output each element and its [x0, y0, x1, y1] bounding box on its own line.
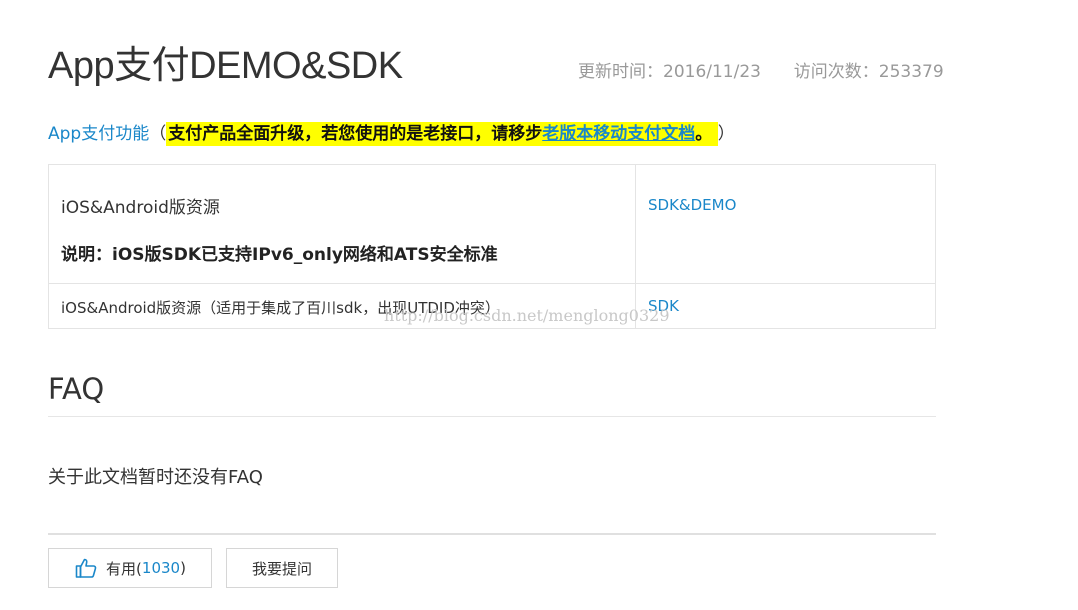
thumbs-up-icon — [75, 558, 97, 578]
faq-heading: FAQ — [48, 372, 105, 406]
resource-name: iOS&Android版资源 — [61, 198, 220, 218]
upgrade-notice-end: 。 — [695, 124, 704, 144]
table-row: iOS&Android版资源（适用于集成了百川sdk，出现UTDID冲突） SD… — [48, 283, 936, 329]
resource-note: 说明：iOS版SDK已支持IPv6_only网络和ATS安全标准 — [61, 245, 498, 265]
download-cell: SDK&DEMO — [635, 164, 936, 284]
divider — [48, 416, 936, 417]
legacy-docs-link[interactable]: 老版本移动支付文档 — [542, 124, 695, 144]
useful-button[interactable]: 有用(1030) — [48, 548, 212, 588]
resource-name: iOS&Android版资源（适用于集成了百川sdk，出现UTDID冲突） — [61, 299, 500, 317]
sdk-download-link[interactable]: SDK — [648, 297, 679, 315]
intro-close-paren: ） — [717, 124, 735, 144]
sdk-demo-download-link[interactable]: SDK&DEMO — [648, 196, 736, 214]
table-row: iOS&Android版资源 说明：iOS版SDK已支持IPv6_only网络和… — [48, 164, 936, 284]
visits-label: 访问次数： — [793, 62, 879, 82]
useful-close: ) — [180, 559, 186, 577]
upgrade-notice-text: 支付产品全面升级，若您使用的是老接口，请移步 — [168, 124, 543, 144]
faq-empty-text: 关于此文档暂时还没有FAQ — [48, 467, 263, 488]
upgrade-notice: 支付产品全面升级，若您使用的是老接口，请移步老版本移动支付文档。 — [166, 122, 718, 146]
ask-question-button[interactable]: 我要提问 — [226, 548, 338, 588]
visits-value: 253379 — [878, 62, 944, 82]
intro-line: App支付功能（ 支付产品全面升级，若您使用的是老接口，请移步老版本移动支付文档。… — [48, 121, 735, 147]
intro-open-paren: （ — [149, 124, 167, 144]
updated-value: 2016/11/23 — [663, 62, 761, 82]
app-pay-feature-link[interactable]: App支付功能 — [48, 124, 149, 144]
divider — [48, 533, 936, 535]
resource-cell: iOS&Android版资源 说明：iOS版SDK已支持IPv6_only网络和… — [48, 164, 636, 284]
resources-table: iOS&Android版资源 说明：iOS版SDK已支持IPv6_only网络和… — [48, 164, 936, 329]
useful-count: 1030 — [141, 559, 181, 577]
resource-cell: iOS&Android版资源（适用于集成了百川sdk，出现UTDID冲突） — [48, 283, 636, 329]
useful-label: 有用( — [106, 559, 142, 578]
doc-meta: 更新时间：2016/11/23 访问次数：253379 — [578, 57, 944, 82]
page-title: App支付DEMO&SDK — [48, 45, 403, 87]
download-cell: SDK — [635, 283, 936, 329]
updated-label: 更新时间： — [578, 62, 663, 82]
